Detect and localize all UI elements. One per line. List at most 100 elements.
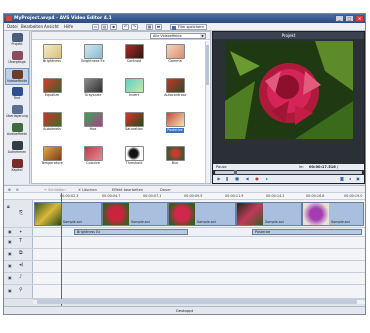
effect-item[interactable]: Temperature [37,146,67,166]
effect-item[interactable]: Equalize [37,78,67,98]
ruler-tick: 00:00:07.1 [143,194,162,198]
minimize-button[interactable]: _ [335,15,344,22]
sidebar-item-projekt[interactable]: Projekt [5,32,29,49]
clip-thumbnail [35,203,61,225]
effect-thumbnail [42,146,62,161]
effect-item[interactable]: Autolevels [37,112,67,132]
browser-scrollbar[interactable] [205,41,209,183]
video-track-header: 🔒︎ ⎘ [4,200,33,227]
snapshot-icon[interactable]: ◙ [339,176,345,182]
effect-label: Autocontrast [164,93,186,97]
text-track: ▣ T [4,237,365,249]
effect-item[interactable]: Threshold [119,146,149,166]
effect-item[interactable]: Brightness Ex [78,44,108,64]
pause-icon[interactable]: ❚ [224,176,230,182]
video-clip[interactable]: Sample.avi [102,202,168,226]
effect-item[interactable]: Hue [78,112,108,132]
effect-item-selected[interactable]: Posterize [160,112,190,133]
undo-icon[interactable]: ↶ [122,24,129,30]
ruler-tick: 00:00:09.5 [184,194,203,198]
effect-thumbnail [124,112,144,127]
sidebar-item-label: Videoeffekte [6,79,28,83]
effect-thumbnail [83,112,103,127]
menu-hilfe[interactable]: Hilfe [64,24,73,30]
effect-label: Saturation [125,127,143,131]
effect-item[interactable]: Brightness [37,44,67,64]
timeline-view-icon[interactable]: ▬ [155,24,162,30]
save-movie-button[interactable]: Film speichern [170,24,207,30]
lock-icon[interactable]: 🔒︎ [7,204,10,210]
sidebar-item-label: Audioeffekte [6,132,28,136]
timeline-scrollbar[interactable] [33,299,365,304]
lock-icon[interactable]: ▣ [8,251,12,256]
timeline-playhead[interactable] [61,193,62,307]
sidebar-item-audioeffekte[interactable]: Audioeffekte [5,122,29,139]
effect-thumbnail [83,78,103,93]
video-clip[interactable]: Sample.avi [302,202,364,226]
play-icon[interactable]: ▶ [216,176,222,182]
sidebar-item-text[interactable]: Text [5,86,29,103]
volume-icon[interactable]: ◂ [347,176,353,182]
lock-icon[interactable]: ▣ [8,288,12,293]
sidebar-item-ueberlagerung[interactable]: Überlagerung [5,104,29,121]
sidebar-item-label: Kapitel [11,168,23,172]
sidebar-item-aufnehmen[interactable]: Aufnehmen [5,140,29,157]
video-clip[interactable]: Sample.avi [168,202,236,226]
sidebar-item-kapitel[interactable]: Kapitel [5,158,29,175]
audio-track-2: ▣ ♪ [4,273,365,285]
save-icon[interactable]: ▪ [110,24,117,30]
open-folder-icon[interactable]: ▤ [101,24,108,30]
scrollbar-thumb[interactable] [206,45,209,85]
effect-clip[interactable]: Brightness Ex [74,229,188,235]
effect-item[interactable]: Invert [119,78,149,98]
redo-icon[interactable]: ↷ [131,24,138,30]
effect-label: Autolevels [43,127,61,131]
audio-track-header: ▣ ◂) [4,261,33,272]
close-button[interactable]: × [355,15,364,22]
seek-slider[interactable] [215,170,362,175]
maximize-button[interactable]: □ [345,15,354,22]
lock-icon[interactable]: ▣ [8,263,12,268]
effect-item[interactable]: Contrast [119,44,149,64]
effect-label: Hue [89,127,97,131]
timeline-ruler[interactable]: 00:00:02.3 00:00:04.7 00:00:07.1 00:00:0… [4,193,365,200]
browser-header: Alle Videoeffekte ▼ [32,32,210,40]
lock-icon[interactable]: ▣ [8,275,12,280]
new-project-icon[interactable]: ▭ [92,24,99,30]
sidebar-item-videoeffekte[interactable]: Videoeffekte [5,68,29,85]
effect-thumbnail [83,44,103,59]
effect-thumbnail [42,78,62,93]
video-clip[interactable]: Sample.avi [236,202,302,226]
save-movie-label: Film speichern [178,25,204,29]
stop-icon[interactable]: ■ [234,176,240,182]
effect-label: Contrast [126,59,142,63]
effect-item[interactable]: Blur [160,146,190,166]
lock-icon[interactable]: ▣ [8,229,12,234]
menu-datei[interactable]: Datei [7,24,18,30]
clip-label: Sample.avi [131,220,150,224]
menu-ansicht[interactable]: Ansicht [44,24,59,30]
video-clip[interactable]: Sample.avi [34,202,102,226]
scrollbar-thumb[interactable] [37,300,357,304]
sidebar-item-label: Überlagerung [6,114,28,118]
effect-item[interactable]: Grayscale [78,78,108,98]
mark-in-icon[interactable]: ● [254,176,260,182]
preview-screen [225,41,353,139]
duration-label: Dauer [160,188,171,192]
next-frame-icon[interactable]: ▸ [264,176,270,182]
effect-thumbnail [42,44,62,59]
effects-filter-select[interactable]: Alle Videoeffekte ▼ [150,33,206,39]
effect-item[interactable]: Colorize [78,146,108,166]
clip-thumbnail [169,203,195,225]
previous-frame-icon[interactable]: ◀ [244,176,250,182]
clip-label: Sample.avi [265,220,284,224]
effect-clip[interactable]: Posterize [252,229,362,235]
effect-item[interactable]: Autocontrast [160,78,190,98]
sidebar-item-uebergaenge[interactable]: Übergänge [5,50,29,67]
fullscreen-icon[interactable]: ▣ [355,176,361,182]
storyboard-view-icon[interactable]: ▦ [146,24,153,30]
menu-bearbeiten[interactable]: Bearbeiten [21,24,43,30]
effect-item[interactable]: Gamma [160,44,190,64]
effect-item[interactable]: Saturation [119,112,149,132]
lock-icon[interactable]: ▣ [8,239,12,244]
